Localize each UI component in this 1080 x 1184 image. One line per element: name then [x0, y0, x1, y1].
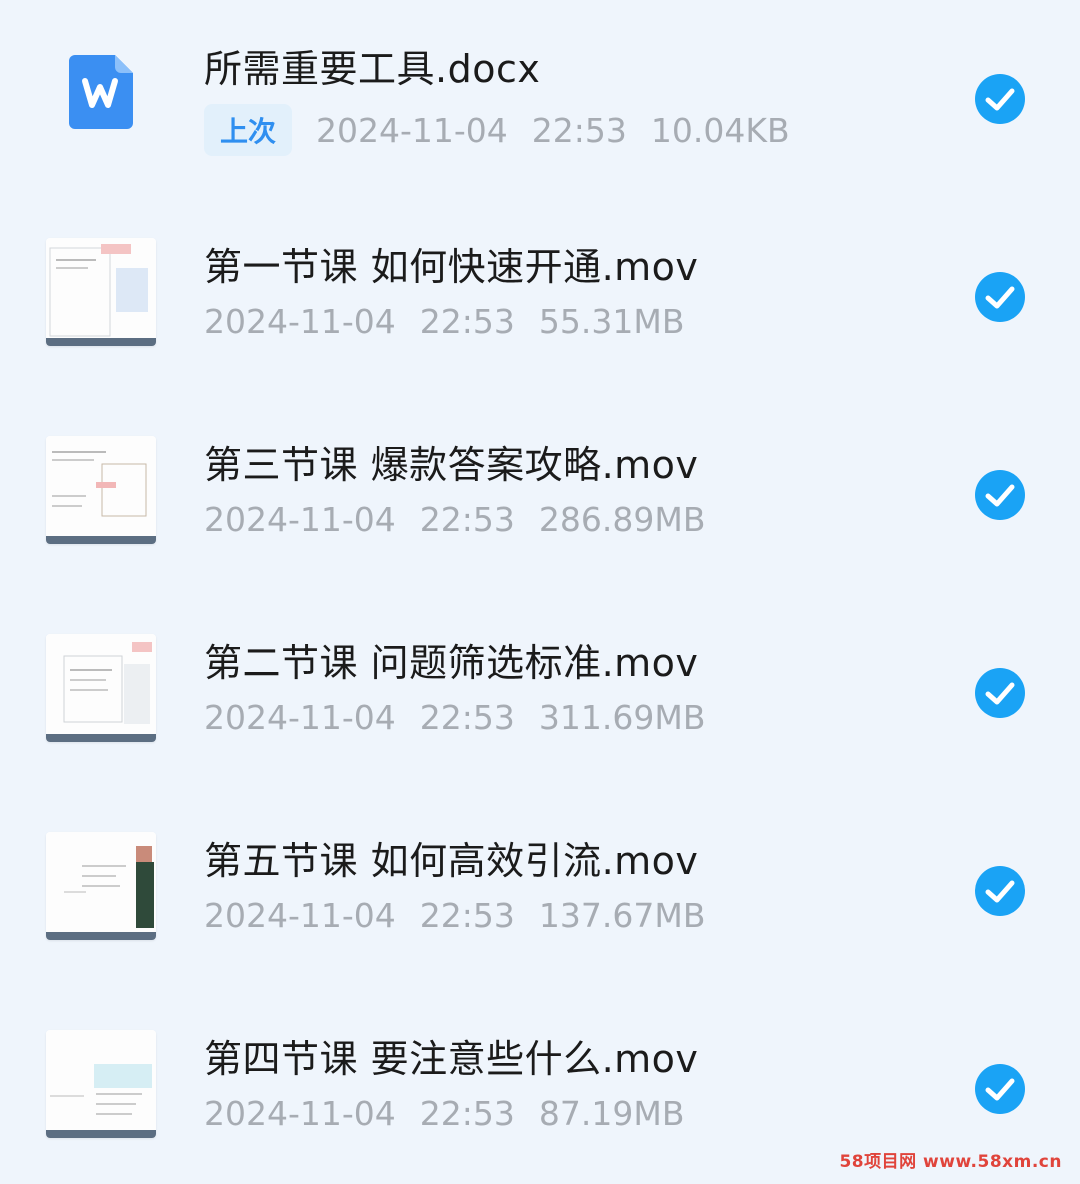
- last-opened-badge: 上次: [204, 104, 293, 156]
- file-time: 22:53: [419, 500, 515, 539]
- file-list-page: 所需重要工具.docx 上次 2024-11-04 22:53 10.04KB …: [0, 0, 1080, 1184]
- file-meta: 2024-11-04 22:53 87.19MB: [204, 1094, 708, 1133]
- file-row-video[interactable]: 第五节课 如何高效引流.mov 2024-11-04 22:53 137.67M…: [0, 792, 1080, 990]
- file-size: 87.19MB: [538, 1094, 685, 1133]
- file-size: 137.67MB: [538, 896, 706, 935]
- file-row-video[interactable]: 第一节课 如何快速开通.mov 2024-11-04 22:53 55.31MB: [0, 198, 1080, 396]
- file-time: 22:53: [531, 110, 627, 150]
- file-date: 2024-11-04: [316, 110, 508, 150]
- file-date: 2024-11-04: [204, 500, 396, 539]
- video-thumbnail: [46, 634, 156, 742]
- file-row-docx[interactable]: 所需重要工具.docx 上次 2024-11-04 22:53 10.04KB: [0, 0, 1080, 198]
- file-time: 22:53: [419, 302, 515, 341]
- file-size: 10.04KB: [650, 110, 790, 150]
- file-meta: 2024-11-04 22:53 55.31MB: [204, 302, 708, 341]
- file-time: 22:53: [419, 1094, 515, 1133]
- file-date: 2024-11-04: [204, 698, 396, 737]
- file-size: 286.89MB: [538, 500, 706, 539]
- word-doc-icon: [69, 55, 133, 129]
- checkmark-icon[interactable]: [975, 74, 1025, 124]
- file-meta: 上次 2024-11-04 22:53 10.04KB: [204, 104, 814, 156]
- file-name: 所需重要工具.docx: [204, 47, 541, 91]
- video-thumbnail: [46, 436, 156, 544]
- file-meta: 2024-11-04 22:53 137.67MB: [204, 896, 729, 935]
- file-date: 2024-11-04: [204, 896, 396, 935]
- file-name: 第四节课 要注意些什么.mov: [204, 1037, 699, 1081]
- file-time: 22:53: [419, 896, 515, 935]
- file-name: 第一节课 如何快速开通.mov: [204, 245, 699, 289]
- file-time: 22:53: [419, 698, 515, 737]
- file-name: 第三节课 爆款答案攻略.mov: [204, 443, 699, 487]
- checkmark-icon[interactable]: [975, 470, 1025, 520]
- checkmark-icon[interactable]: [975, 1064, 1025, 1114]
- file-meta: 2024-11-04 22:53 286.89MB: [204, 500, 729, 539]
- file-name: 第五节课 如何高效引流.mov: [204, 839, 699, 883]
- watermark: 58项目网 www.58xm.cn: [839, 1152, 1062, 1172]
- video-thumbnail: [46, 238, 156, 346]
- file-size: 55.31MB: [538, 302, 685, 341]
- checkmark-icon[interactable]: [975, 668, 1025, 718]
- checkmark-icon[interactable]: [975, 272, 1025, 322]
- video-thumbnail: [46, 832, 156, 940]
- file-date: 2024-11-04: [204, 1094, 396, 1133]
- file-meta: 2024-11-04 22:53 311.69MB: [204, 698, 729, 737]
- file-size: 311.69MB: [538, 698, 706, 737]
- checkmark-icon[interactable]: [975, 866, 1025, 916]
- file-name: 第二节课 问题筛选标准.mov: [204, 641, 699, 685]
- file-date: 2024-11-04: [204, 302, 396, 341]
- video-thumbnail: [46, 1030, 156, 1138]
- file-row-video[interactable]: 第二节课 问题筛选标准.mov 2024-11-04 22:53 311.69M…: [0, 594, 1080, 792]
- file-row-video[interactable]: 第三节课 爆款答案攻略.mov 2024-11-04 22:53 286.89M…: [0, 396, 1080, 594]
